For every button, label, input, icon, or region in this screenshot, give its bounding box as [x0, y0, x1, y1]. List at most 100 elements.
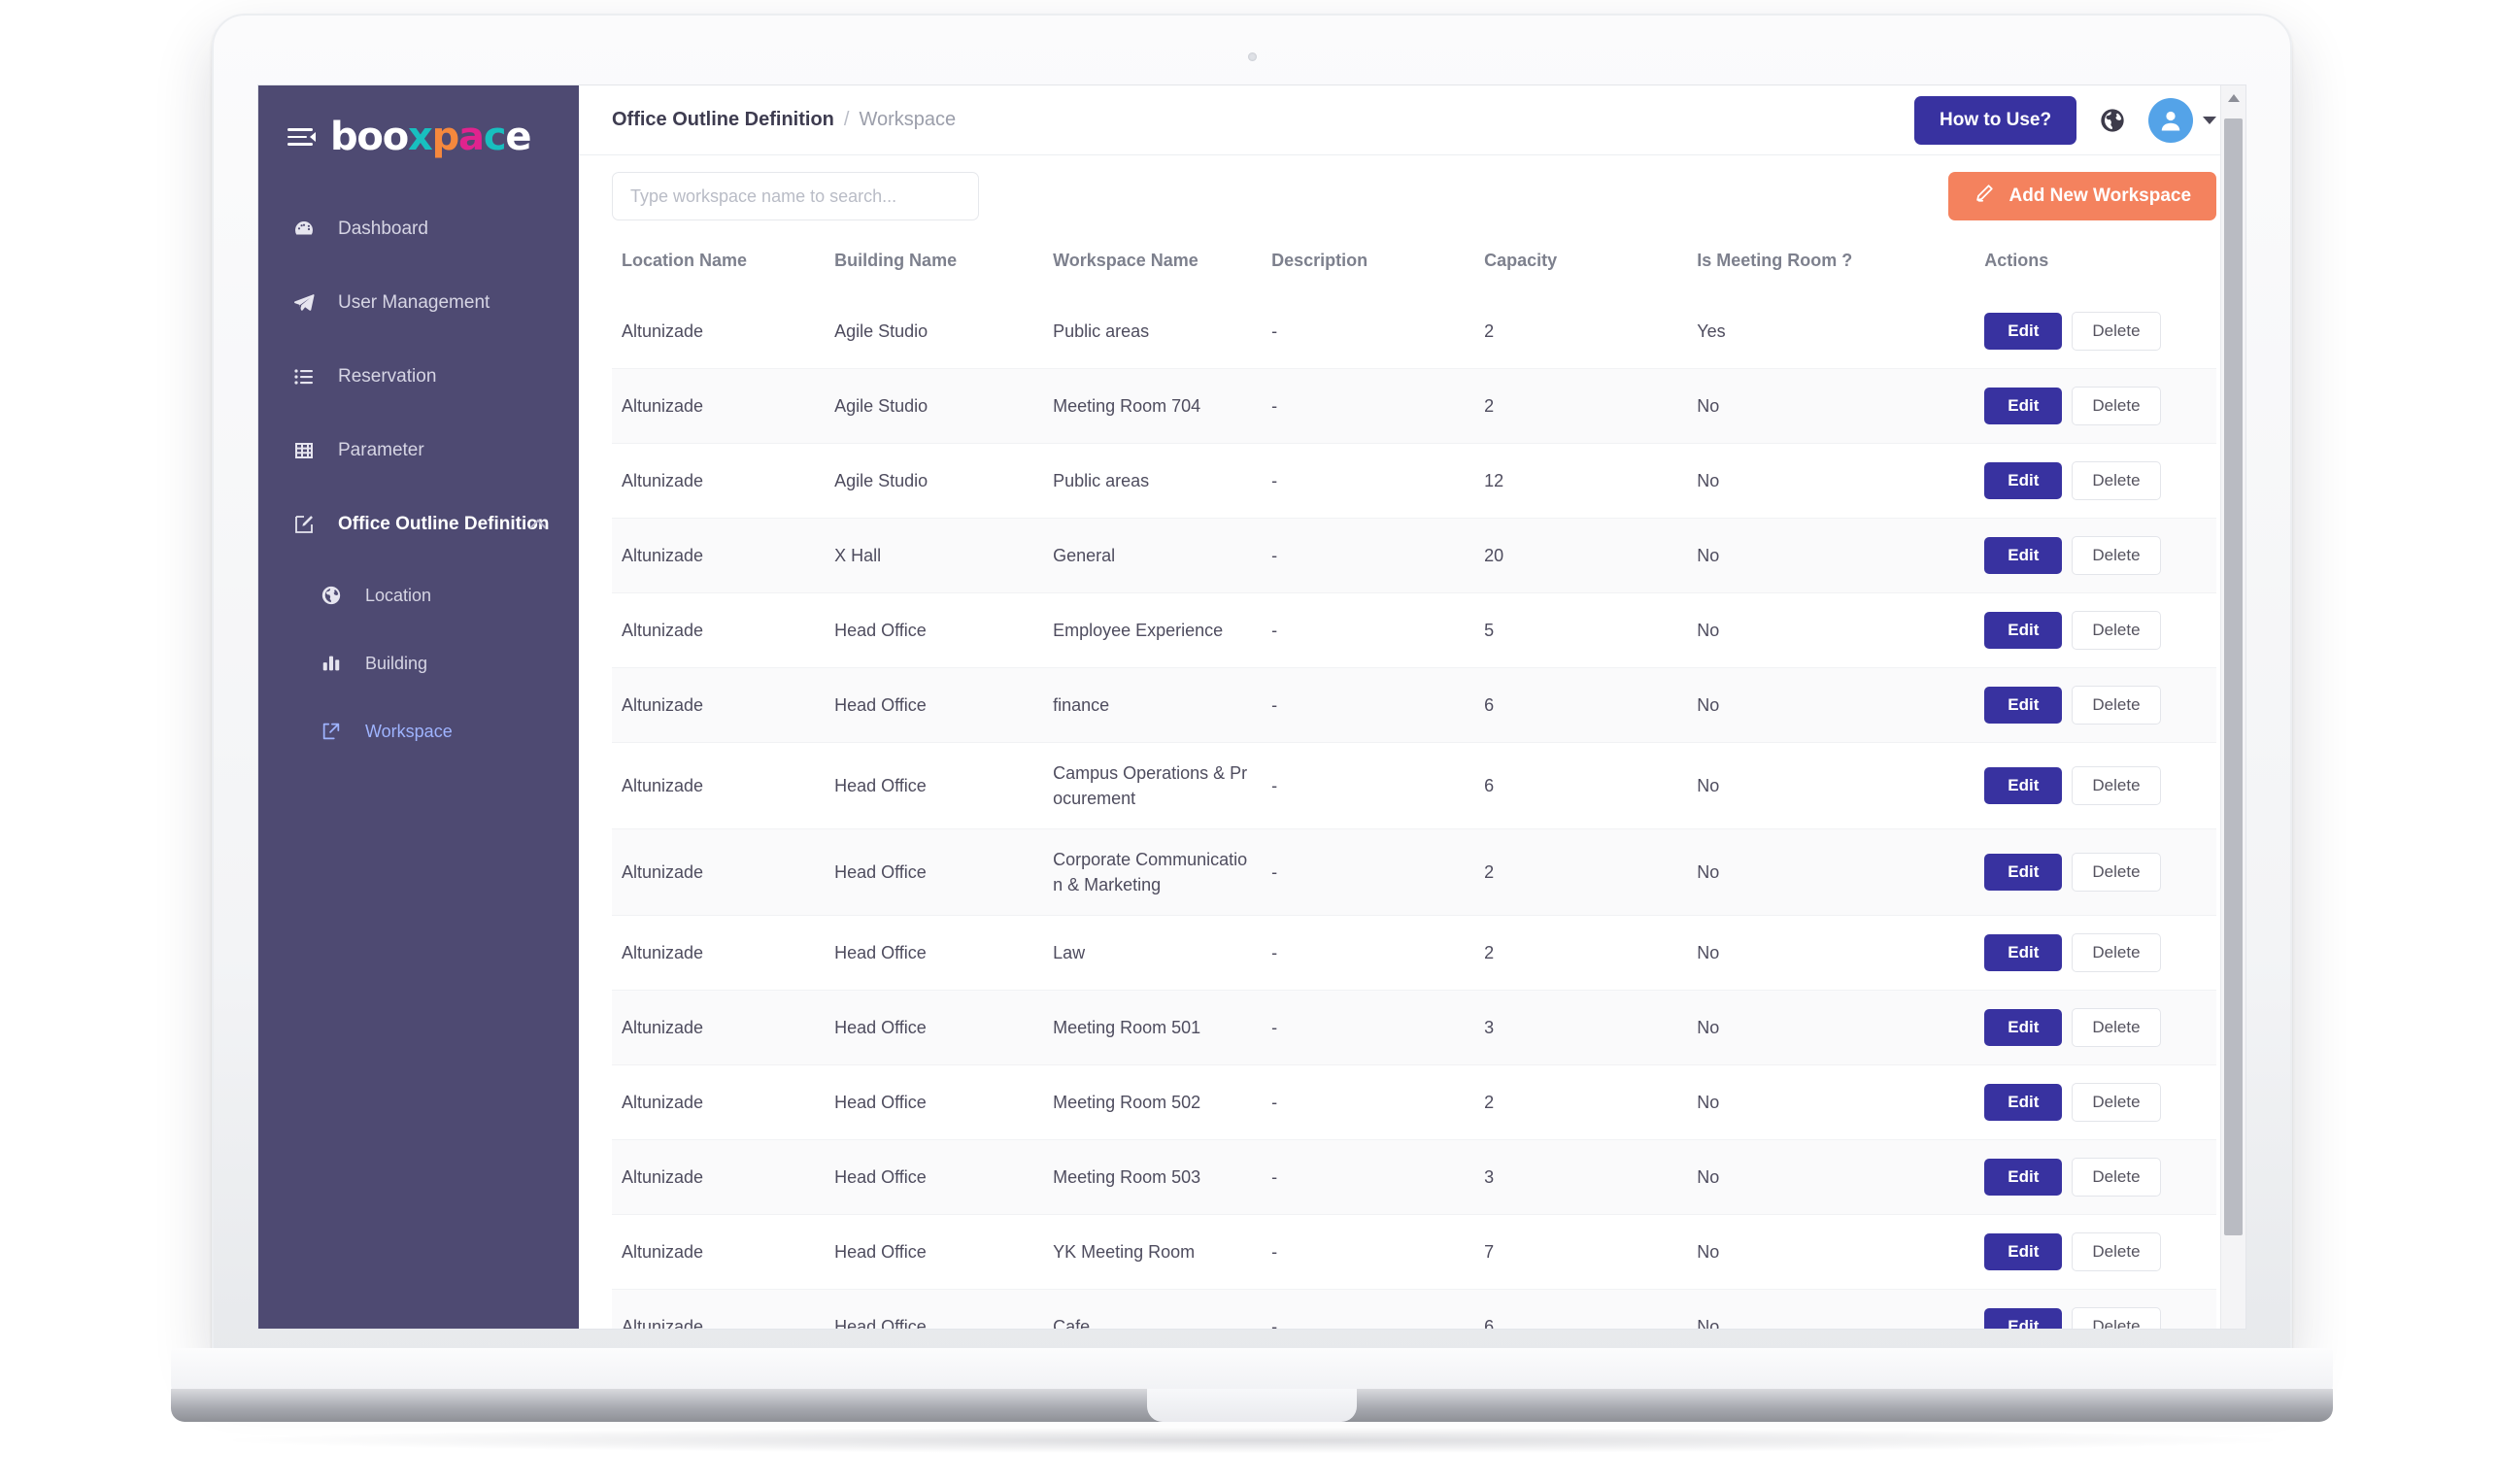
table-row[interactable]: Altunizade Head Office Meeting Room 502 - 2 N… — [612, 1065, 2217, 1140]
laptop-mockup-scene: booxpace Dashboard User Management Reser… — [0, 0, 2498, 1484]
edit-button[interactable]: Edit — [1984, 767, 2063, 805]
table-row[interactable]: Altunizade X Hall General - 20 No Edit Delete — [612, 518, 2217, 593]
table-row[interactable]: Altunizade Agile Studio Public areas - 12 No E… — [612, 444, 2217, 519]
vertical-scrollbar[interactable] — [2220, 85, 2245, 1329]
cell-capacity: 2 — [1484, 320, 1495, 341]
cell-description: - — [1271, 776, 1278, 796]
row-action-group: Edit Delete — [1984, 1307, 2207, 1329]
sidebar-item-reservation[interactable]: Reservation — [258, 340, 579, 414]
edit-button[interactable]: Edit — [1984, 854, 2063, 892]
workspace-table: Location Name Building Name Workspace Na… — [612, 237, 2217, 1329]
delete-button[interactable]: Delete — [2072, 1083, 2161, 1123]
breadcrumb-parent[interactable]: Office Outline Definition — [612, 109, 834, 131]
sidebar-item-parameter[interactable]: Parameter — [258, 414, 579, 488]
table-row[interactable]: Altunizade Head Office Meeting Room 503 - 3 N… — [612, 1139, 2217, 1215]
search-input[interactable] — [612, 172, 979, 220]
delete-button[interactable]: Delete — [2072, 1232, 2161, 1272]
booxpace-app: booxpace Dashboard User Management Reser… — [258, 85, 2245, 1329]
scroll-up-button[interactable] — [2221, 85, 2245, 111]
laptop-screen: booxpace Dashboard User Management Reser… — [258, 85, 2245, 1329]
table-body: Altunizade Agile Studio Public areas - 2 Yes E… — [612, 294, 2217, 1329]
cell-building-name: Head Office — [834, 1018, 927, 1038]
table-row[interactable]: Altunizade Head Office Cafe - 6 No Edit Delete — [612, 1289, 2217, 1329]
add-new-workspace-button[interactable]: Add New Workspace — [1948, 172, 2217, 220]
column-header-description: Description — [1271, 251, 1368, 270]
delete-button[interactable]: Delete — [2072, 933, 2161, 973]
add-new-workspace-label: Add New Workspace — [2009, 186, 2192, 206]
cell-location-name: Altunizade — [622, 943, 704, 963]
sidebar-item-office-outline-definition[interactable]: Office Outline Definition — [258, 488, 579, 561]
edit-square-icon — [291, 512, 317, 537]
edit-button[interactable]: Edit — [1984, 1233, 2063, 1271]
edit-button[interactable]: Edit — [1984, 462, 2063, 499]
sidebar-item-building[interactable]: Building — [258, 629, 579, 697]
delete-button[interactable]: Delete — [2072, 312, 2161, 351]
edit-button[interactable]: Edit — [1984, 612, 2063, 649]
cell-building-name: Agile Studio — [834, 470, 928, 490]
edit-button[interactable]: Edit — [1984, 1009, 2063, 1047]
delete-button[interactable]: Delete — [2072, 387, 2161, 425]
edit-button[interactable]: Edit — [1984, 687, 2063, 724]
delete-button[interactable]: Delete — [2072, 1158, 2161, 1197]
table-row[interactable]: Altunizade Head Office YK Meeting Room - 7 No… — [612, 1215, 2217, 1290]
edit-button[interactable]: Edit — [1984, 388, 2063, 424]
cell-description: - — [1271, 545, 1278, 565]
scrollbar-thumb[interactable] — [2224, 118, 2244, 1235]
row-action-group: Edit Delete — [1984, 1158, 2207, 1197]
sidebar-item-user-management[interactable]: User Management — [258, 266, 579, 340]
row-action-group: Edit Delete — [1984, 1008, 2207, 1048]
breadcrumb: Office Outline Definition / Workspace — [612, 109, 956, 131]
cell-is-meeting-room: No — [1697, 545, 1720, 565]
sidebar-item-label: User Management — [338, 292, 490, 313]
sidebar-item-location[interactable]: Location — [258, 561, 579, 629]
edit-button[interactable]: Edit — [1984, 1159, 2063, 1197]
delete-button[interactable]: Delete — [2072, 461, 2161, 500]
logo-part-boo: boo — [330, 115, 409, 159]
edit-button[interactable]: Edit — [1984, 1308, 2063, 1329]
delete-button[interactable]: Delete — [2072, 1008, 2161, 1048]
table-row[interactable]: Altunizade Agile Studio Meeting Room 704 - 2… — [612, 368, 2217, 444]
edit-button[interactable]: Edit — [1984, 1084, 2063, 1122]
logo-part-a: a — [458, 115, 485, 159]
cell-actions: Edit Delete — [1975, 743, 2216, 829]
delete-button[interactable]: Delete — [2072, 536, 2161, 575]
cell-capacity: 6 — [1484, 694, 1495, 715]
cell-is-meeting-room: No — [1697, 1093, 1720, 1113]
edit-button[interactable]: Edit — [1984, 934, 2063, 972]
laptop-base — [171, 1348, 2333, 1422]
edit-button[interactable]: Edit — [1984, 313, 2063, 350]
cell-description: - — [1271, 862, 1278, 883]
table-row[interactable]: Altunizade Head Office Law - 2 No Edit Delete — [612, 916, 2217, 991]
column-header-is-meeting-room: Is Meeting Room ? — [1697, 251, 1853, 270]
delete-button[interactable]: Delete — [2072, 1307, 2161, 1329]
language-globe-icon[interactable] — [2096, 104, 2129, 137]
delete-button[interactable]: Delete — [2072, 611, 2161, 650]
table-row[interactable]: Altunizade Head Office Corporate Communica… — [612, 828, 2217, 916]
cell-workspace-name: Campus Operations & Procurement — [1053, 763, 1248, 809]
user-menu[interactable] — [2148, 97, 2217, 143]
sidebar-item-workspace[interactable]: Workspace — [258, 697, 579, 765]
sidebar-item-label: Dashboard — [338, 219, 428, 239]
table-row[interactable]: Altunizade Head Office Employee Experience… — [612, 593, 2217, 668]
table-row[interactable]: Altunizade Head Office Meeting Room 501 - 3 N… — [612, 990, 2217, 1065]
cell-building-name: Head Office — [834, 694, 927, 715]
topbar: Office Outline Definition / Workspace Ho… — [579, 85, 2245, 155]
how-to-use-button[interactable]: How to Use? — [1914, 95, 2077, 145]
chevron-down-icon[interactable] — [2203, 116, 2217, 124]
cell-workspace-name: Corporate Communication & Marketing — [1053, 850, 1248, 895]
row-action-group: Edit Delete — [1984, 1083, 2207, 1123]
delete-button[interactable]: Delete — [2072, 766, 2161, 806]
cell-is-meeting-room: No — [1697, 776, 1720, 796]
delete-button[interactable]: Delete — [2072, 853, 2161, 893]
sidebar-item-dashboard[interactable]: Dashboard — [258, 192, 579, 266]
edit-button[interactable]: Edit — [1984, 537, 2063, 574]
paper-plane-icon — [291, 290, 317, 316]
table-row[interactable]: Altunizade Head Office finance - 6 No Edit Dele… — [612, 667, 2217, 743]
delete-button[interactable]: Delete — [2072, 686, 2161, 725]
globe-icon — [319, 583, 344, 608]
table-row[interactable]: Altunizade Agile Studio Public areas - 2 Yes E… — [612, 294, 2217, 369]
cell-description: - — [1271, 943, 1278, 963]
table-row[interactable]: Altunizade Head Office Campus Operations &… — [612, 743, 2217, 829]
cell-actions: Edit Delete — [1975, 1290, 2216, 1329]
hamburger-icon[interactable] — [287, 127, 316, 147]
